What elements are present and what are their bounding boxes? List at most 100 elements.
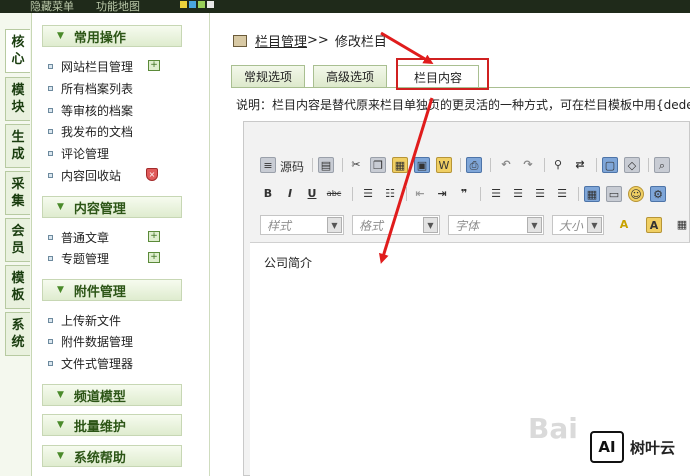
menu-item-file-manager[interactable]: 文件式管理器 bbox=[48, 353, 133, 373]
tab-advanced[interactable]: 高级选项 bbox=[313, 65, 387, 87]
function-map-link[interactable]: 功能地图 bbox=[96, 0, 140, 14]
select-all-icon[interactable]: ▢ bbox=[602, 157, 618, 173]
toolbar-separator bbox=[480, 187, 481, 201]
add-icon[interactable]: + bbox=[148, 231, 160, 242]
align-right-icon[interactable]: ☰ bbox=[532, 186, 548, 202]
toolbar-separator bbox=[312, 158, 313, 172]
indent-icon[interactable]: ⇥ bbox=[434, 186, 450, 202]
baidu-watermark: Bai bbox=[528, 412, 578, 445]
top-bar: 隐藏菜单 功能地图 bbox=[0, 0, 690, 13]
text-color-icon[interactable]: A bbox=[616, 217, 632, 233]
menu-item-upload[interactable]: 上传新文件 bbox=[48, 310, 121, 330]
background-color-icon[interactable]: A bbox=[646, 217, 662, 233]
toolbar-separator bbox=[578, 187, 579, 201]
align-left-icon[interactable]: ☰ bbox=[488, 186, 504, 202]
theme-yellow-icon[interactable] bbox=[180, 1, 187, 8]
bold-icon[interactable]: B bbox=[260, 186, 276, 202]
vtab-member[interactable]: 会员 bbox=[5, 218, 30, 262]
paste-icon[interactable]: ▦ bbox=[392, 157, 408, 173]
menu-item-topic[interactable]: 专题管理 + bbox=[48, 248, 160, 268]
font-select[interactable]: 字体 ▼ bbox=[448, 215, 544, 235]
theme-blue-icon[interactable] bbox=[189, 1, 196, 8]
vtab-module[interactable]: 模块 bbox=[5, 77, 30, 121]
theme-gray-icon[interactable] bbox=[207, 1, 214, 8]
toolbar-separator bbox=[460, 158, 461, 172]
theme-green-icon[interactable] bbox=[198, 1, 205, 8]
toolbar-separator bbox=[596, 158, 597, 172]
spellcheck-icon[interactable]: ⌕ bbox=[654, 157, 670, 173]
toolbar-separator bbox=[406, 187, 407, 201]
add-icon[interactable]: + bbox=[148, 252, 160, 263]
find-icon[interactable]: ⚲ bbox=[550, 157, 566, 173]
menu-group-common[interactable]: ▼ 常用操作 bbox=[42, 25, 182, 47]
bullet-icon bbox=[48, 63, 53, 69]
toolbar-row-3: 样式 ▼ 格式 ▼ 字体 ▼ 大小 ▼ A A ▦ bbox=[250, 215, 690, 239]
bullet-list-icon[interactable]: ☷ bbox=[382, 186, 398, 202]
hide-menu-link[interactable]: 隐藏菜单 bbox=[30, 0, 74, 14]
replace-icon[interactable]: ⇄ bbox=[572, 157, 588, 173]
toolbar-separator bbox=[342, 158, 343, 172]
add-icon[interactable]: + bbox=[148, 60, 160, 71]
chevron-down-icon: ▼ bbox=[527, 217, 542, 233]
vtab-core[interactable]: 核心 bbox=[5, 29, 30, 73]
print-icon[interactable]: ⎙ bbox=[466, 157, 482, 173]
paste-text-icon[interactable]: ▣ bbox=[414, 157, 430, 173]
source-button[interactable]: 源码 bbox=[280, 158, 304, 175]
paste-word-icon[interactable]: W bbox=[436, 157, 452, 173]
italic-icon[interactable]: I bbox=[282, 186, 298, 202]
menu-group-help[interactable]: ▼ 系统帮助 bbox=[42, 445, 182, 467]
vtab-generate[interactable]: 生成 bbox=[5, 124, 30, 168]
underline-icon[interactable]: U bbox=[304, 186, 320, 202]
table-icon[interactable]: ▦ bbox=[584, 186, 600, 202]
menu-item-recycle-bin[interactable]: 内容回收站 × bbox=[48, 165, 158, 185]
chevron-down-icon: ▼ bbox=[57, 31, 64, 41]
shield-icon[interactable]: × bbox=[146, 168, 158, 181]
breadcrumb-link-category[interactable]: 栏目管理 bbox=[255, 31, 307, 50]
special-char-icon[interactable]: ⚙ bbox=[650, 186, 666, 202]
align-justify-icon[interactable]: ☰ bbox=[554, 186, 570, 202]
horizontal-rule-icon[interactable]: ▭ bbox=[606, 186, 622, 202]
outdent-icon[interactable]: ⇤ bbox=[412, 186, 428, 202]
strikethrough-icon[interactable]: abc bbox=[326, 186, 342, 202]
menu-group-attachments[interactable]: ▼ 附件管理 bbox=[42, 279, 182, 301]
blockquote-icon[interactable]: ❞ bbox=[456, 186, 472, 202]
vtab-collect[interactable]: 采集 bbox=[5, 171, 30, 215]
menu-group-batch[interactable]: ▼ 批量维护 bbox=[42, 414, 182, 436]
menu-item-pending[interactable]: 等审核的档案 bbox=[48, 100, 133, 120]
undo-icon[interactable]: ↶ bbox=[498, 157, 514, 173]
bullet-icon bbox=[48, 128, 53, 134]
toolbar-separator bbox=[648, 158, 649, 172]
preview-icon[interactable]: ▤ bbox=[318, 157, 334, 173]
chevron-down-icon: ▼ bbox=[57, 202, 64, 212]
tab-general[interactable]: 常规选项 bbox=[231, 65, 305, 87]
menu-item-attach-data[interactable]: 附件数据管理 bbox=[48, 331, 133, 351]
chevron-down-icon: ▼ bbox=[587, 217, 602, 233]
size-select[interactable]: 大小 ▼ bbox=[552, 215, 604, 235]
menu-group-channel[interactable]: ▼ 频道模型 bbox=[42, 384, 182, 406]
menu-group-content[interactable]: ▼ 内容管理 bbox=[42, 196, 182, 218]
menu-item-site-category[interactable]: 网站栏目管理 + bbox=[48, 56, 160, 76]
chevron-down-icon: ▼ bbox=[57, 451, 64, 461]
align-center-icon[interactable]: ☰ bbox=[510, 186, 526, 202]
toolbar-row-1: ≡ 源码 ▤ ✂ ❐ ▦ ▣ W ⎙ ↶ ↷ ⚲ ⇄ ▢ ◇ ⌕ bbox=[250, 155, 690, 177]
style-select[interactable]: 样式 ▼ bbox=[260, 215, 344, 235]
vtab-system[interactable]: 系统 bbox=[5, 312, 30, 356]
menu-item-article[interactable]: 普通文章 + bbox=[48, 227, 160, 247]
numbered-list-icon[interactable]: ☰ bbox=[360, 186, 376, 202]
chevron-down-icon: ▼ bbox=[423, 217, 438, 233]
more-icon[interactable]: ▦ bbox=[674, 217, 690, 233]
smiley-icon[interactable]: ☺ bbox=[628, 186, 644, 202]
eraser-icon[interactable]: ◇ bbox=[624, 157, 640, 173]
cut-icon[interactable]: ✂ bbox=[348, 157, 364, 173]
menu-item-comments[interactable]: 评论管理 bbox=[48, 143, 109, 163]
copy-icon[interactable]: ❐ bbox=[370, 157, 386, 173]
chevron-down-icon: ▼ bbox=[57, 285, 64, 295]
redo-icon[interactable]: ↷ bbox=[520, 157, 536, 173]
vtab-template[interactable]: 模板 bbox=[5, 265, 30, 309]
format-select[interactable]: 格式 ▼ bbox=[352, 215, 440, 235]
chevron-down-icon: ▼ bbox=[57, 390, 64, 400]
book-icon bbox=[233, 34, 247, 47]
source-icon[interactable]: ≡ bbox=[260, 157, 276, 173]
menu-item-my-docs[interactable]: 我发布的文档 bbox=[48, 121, 133, 141]
menu-item-all-docs[interactable]: 所有档案列表 bbox=[48, 78, 133, 98]
